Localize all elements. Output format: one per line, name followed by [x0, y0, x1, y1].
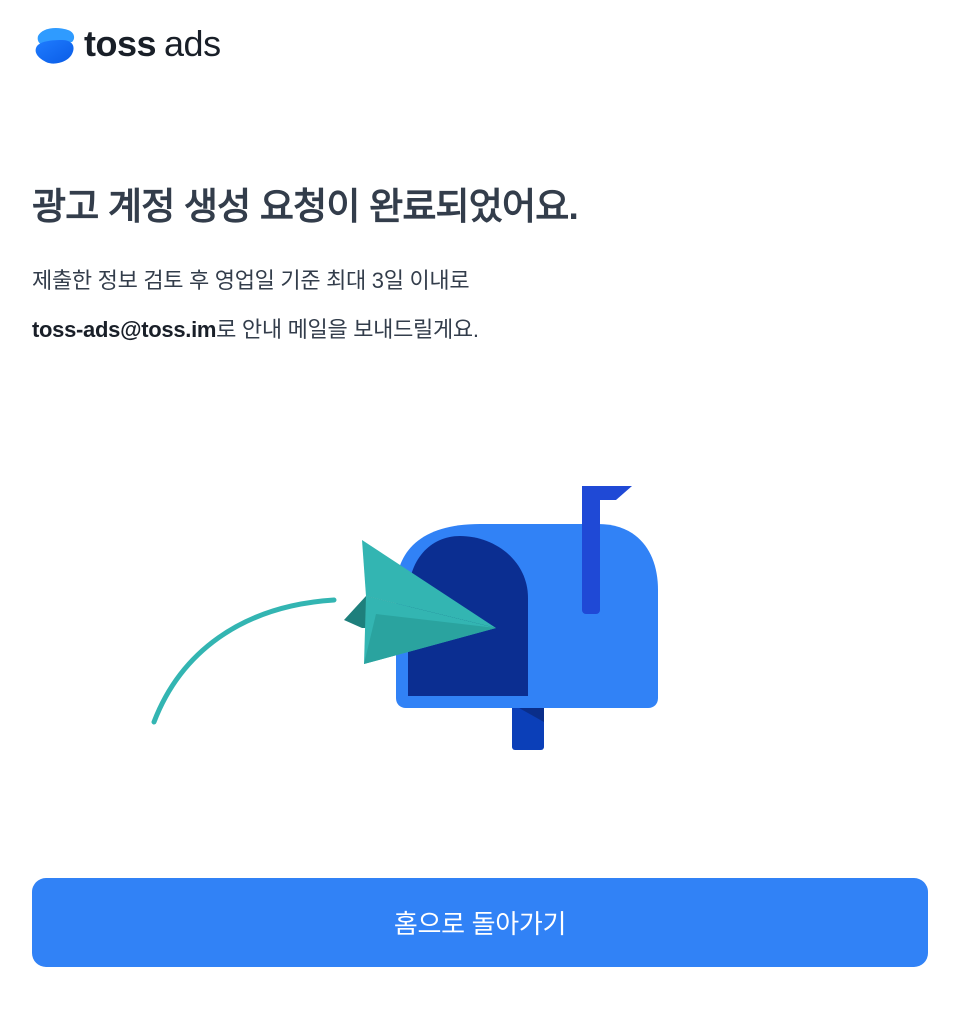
- description-line1: 제출한 정보 검토 후 영업일 기준 최대 3일 이내로: [32, 268, 470, 293]
- mailbox-with-paper-plane-illustration: [151, 486, 658, 750]
- page-title: 광고 계정 생성 요청이 완료되었어요.: [32, 186, 579, 227]
- contact-email: toss-ads@toss.im: [32, 317, 217, 342]
- brand-wordmark: toss ads: [84, 22, 221, 66]
- description-line2-suffix: 로 안내 메일을 보내드릴게요.: [216, 317, 479, 342]
- header: toss ads: [32, 22, 221, 66]
- plane-trail: [151, 597, 337, 725]
- home-button[interactable]: 홈으로 돌아가기: [32, 878, 928, 967]
- mailbox-flag-pole: [582, 486, 600, 614]
- mailbox-flag: [582, 486, 632, 500]
- brand-name-light: ads: [164, 23, 221, 64]
- toss-logo-icon[interactable]: [32, 22, 78, 66]
- brand-name-bold: toss: [84, 23, 157, 64]
- description: 제출한 정보 검토 후 영업일 기준 최대 3일 이내로 toss-ads@to…: [32, 256, 479, 354]
